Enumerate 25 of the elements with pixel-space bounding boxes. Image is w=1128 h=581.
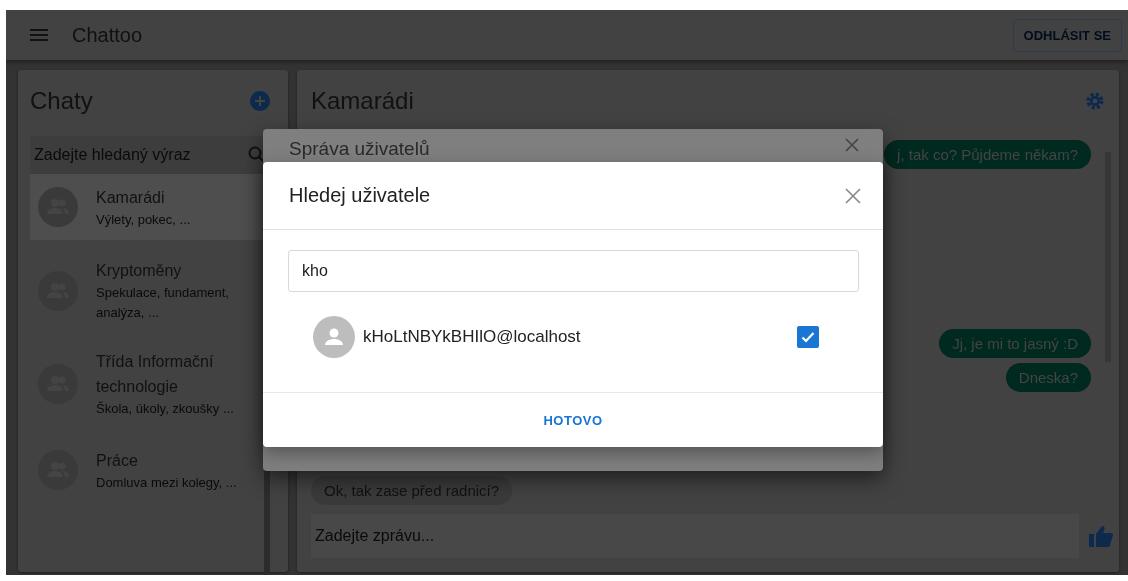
dialog-title: Správa uživatelů	[289, 138, 430, 160]
add-icon[interactable]	[250, 91, 270, 111]
user-name: kHoLtNBYkBHIlO@localhost	[363, 327, 582, 347]
message-bubble: Jj, je mi to jasný :D	[939, 329, 1091, 358]
logout-button[interactable]: ODHLÁSIT SE	[1012, 18, 1122, 52]
dialog-title: Hledej uživatele	[289, 184, 431, 207]
user-search-field[interactable]: kho	[288, 250, 859, 292]
message-bubble: Dneska?	[1005, 363, 1091, 392]
chat-description: Domluva mezi kolegy, ...	[96, 473, 238, 492]
done-button[interactable]: HOTOVO	[531, 404, 615, 436]
chat-description: Výlety, pokec, ...	[96, 210, 192, 229]
checkbox[interactable]	[797, 326, 819, 348]
search-icon[interactable]	[248, 146, 266, 164]
settings-icon[interactable]	[1085, 91, 1105, 111]
user-avatar-icon	[313, 316, 355, 358]
chat-description: Škola, úkoly, zkoušky ...	[96, 400, 235, 418]
message-field[interactable]: Zadejte zprávu...	[311, 514, 1079, 558]
close-icon[interactable]	[845, 187, 861, 204]
chat-name: Kamarádi	[96, 187, 166, 208]
menu-icon[interactable]	[30, 29, 48, 41]
chat-list-item[interactable]: Kamarádi Výlety, pokec, ...	[30, 174, 265, 240]
chat-description: Spekulace, fundament, analýza, ...	[96, 284, 230, 322]
close-icon[interactable]	[845, 138, 859, 152]
thumbs-up-icon[interactable]	[1089, 525, 1113, 547]
message-bubble: j, tak co? Půjdeme někam?	[884, 140, 1091, 169]
